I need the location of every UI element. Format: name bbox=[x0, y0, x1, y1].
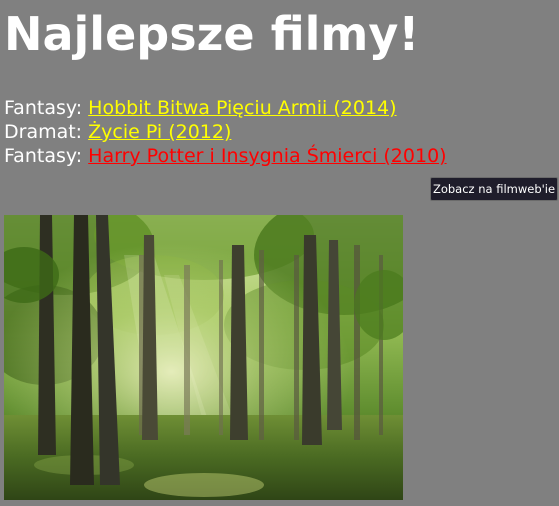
movie-link-zycie-pi[interactable]: Życie Pi (2012) bbox=[88, 121, 231, 143]
list-item: Fantasy: Hobbit Bitwa Pięciu Armii (2014… bbox=[4, 96, 447, 120]
movie-link-hobbit[interactable]: Hobbit Bitwa Pięciu Armii (2014) bbox=[88, 97, 396, 119]
movie-genre: Dramat: bbox=[4, 121, 83, 143]
movie-genre: Fantasy: bbox=[4, 97, 83, 119]
page-title: Najlepsze filmy! bbox=[4, 7, 420, 61]
movie-list: Fantasy: Hobbit Bitwa Pięciu Armii (2014… bbox=[4, 96, 447, 168]
forest-photo bbox=[4, 215, 403, 500]
movie-link-harry-potter[interactable]: Harry Potter i Insygnia Śmierci (2010) bbox=[88, 145, 446, 167]
movie-genre: Fantasy: bbox=[4, 145, 83, 167]
list-item: Dramat: Życie Pi (2012) bbox=[4, 120, 447, 144]
link-tooltip: Zobacz na filmweb'ie bbox=[430, 177, 558, 201]
list-item: Fantasy: Harry Potter i Insygnia Śmierci… bbox=[4, 144, 447, 168]
